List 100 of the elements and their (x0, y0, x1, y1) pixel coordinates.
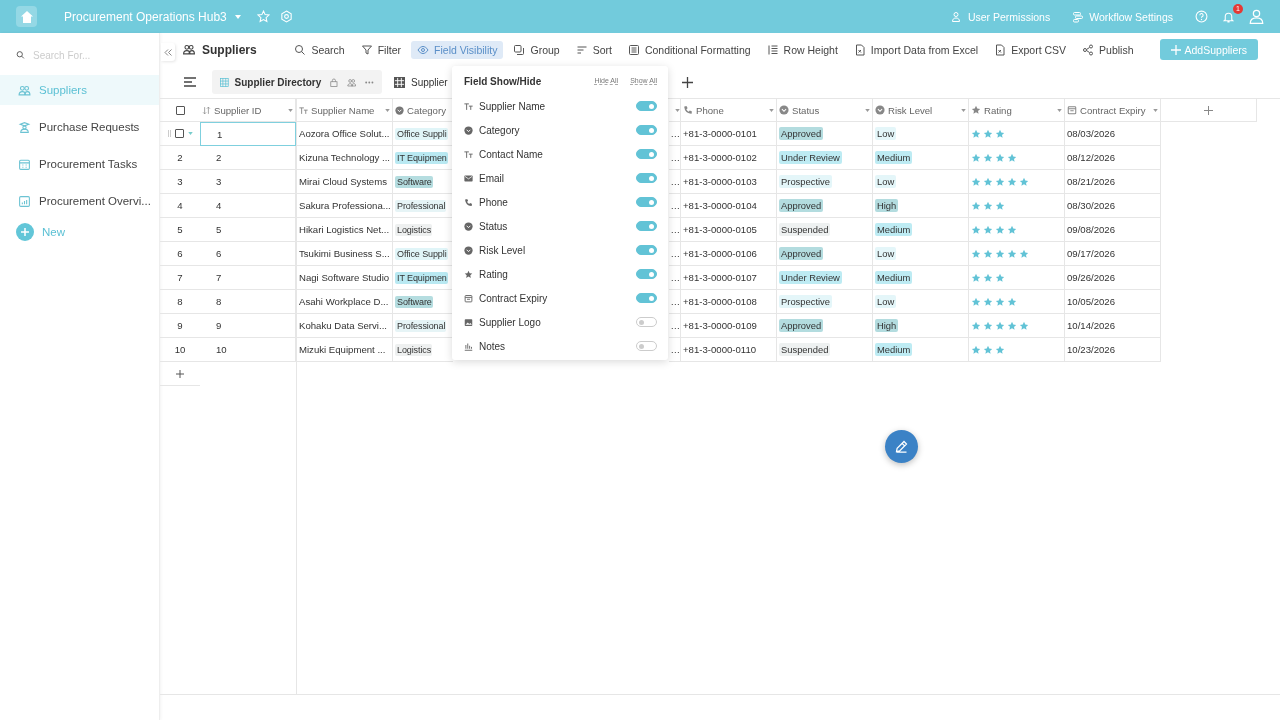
star-icon (1019, 176, 1029, 187)
eye-icon (417, 43, 430, 56)
risk-tag: High (875, 199, 899, 212)
toggle-switch[interactable] (636, 101, 657, 111)
toolbar-button[interactable]: Import Data from Excel (847, 40, 985, 59)
menu-icon[interactable] (184, 77, 196, 87)
plus-icon (16, 223, 34, 241)
add-tab-icon[interactable] (682, 76, 693, 88)
toggle-switch[interactable] (636, 197, 657, 207)
toolbar-button[interactable]: Filter (354, 40, 408, 59)
table-cell: … (670, 176, 680, 187)
caret-icon[interactable] (385, 108, 390, 112)
collapse-button[interactable] (161, 43, 175, 61)
table-cell: 09/17/2026 (1065, 242, 1161, 266)
settings-icon[interactable] (279, 10, 293, 23)
toggle-switch[interactable] (636, 125, 657, 135)
view-tab[interactable]: Supplier Directory (212, 70, 382, 94)
toggle-switch[interactable] (636, 317, 657, 327)
sidebar-item[interactable]: Procurement Tasks (0, 149, 159, 179)
star-icon[interactable] (256, 10, 270, 23)
toggle-switch[interactable] (636, 341, 657, 351)
toggle-switch[interactable] (636, 293, 657, 303)
column-header[interactable]: Risk Level (873, 99, 969, 122)
row-number: 9 (177, 320, 183, 331)
star-icon (983, 224, 993, 235)
table-cell: 6 (200, 242, 296, 266)
select-all-checkbox[interactable] (175, 105, 185, 115)
caret-icon[interactable] (234, 14, 241, 19)
phone-icon (464, 197, 473, 207)
caret-icon[interactable] (187, 132, 193, 135)
star-icon (971, 128, 981, 139)
group-icon (513, 43, 526, 56)
users-icon (182, 43, 196, 56)
table-cell: Tsukimi Business S... (297, 242, 393, 266)
risk-tag: Low (875, 295, 897, 308)
toggle-switch[interactable] (636, 173, 657, 183)
users-icon[interactable] (347, 76, 357, 88)
toggle-switch[interactable] (636, 221, 657, 231)
sidebar-item[interactable]: Procurement Overvi... (0, 186, 159, 216)
toolbar-button[interactable]: Search (288, 40, 351, 59)
column-header[interactable]: Rating (969, 99, 1065, 122)
table-cell: Aozora Office Solut... (297, 122, 393, 146)
add-column-icon[interactable] (1204, 105, 1213, 115)
caret-icon[interactable] (1057, 108, 1062, 112)
column-header[interactable]: Status (777, 99, 873, 122)
star-icon (971, 152, 981, 163)
text-type-icon (299, 105, 308, 115)
toolbar-button[interactable]: Row Height (760, 40, 844, 59)
column-header[interactable]: Phone (681, 99, 777, 122)
category-tag: Software (395, 295, 433, 308)
table-cell: Hikari Logistics Net... (297, 218, 393, 242)
caret-icon[interactable] (961, 108, 966, 112)
caret-icon[interactable] (675, 108, 680, 112)
table-cell: Sakura Professiona... (297, 194, 393, 218)
star-icon (983, 128, 993, 139)
double-chevron-icon (164, 48, 172, 56)
table-icon (220, 76, 229, 88)
star-icon (1019, 248, 1029, 259)
star-icon (971, 200, 981, 211)
grid-icon (394, 76, 405, 88)
status-tag: Approved (779, 247, 824, 260)
column-header[interactable]: Contract Expiry (1065, 99, 1161, 122)
home-button[interactable] (16, 6, 37, 27)
calendar-icon (1067, 105, 1077, 115)
lock-icon[interactable] (330, 76, 339, 88)
more-icon[interactable] (365, 80, 374, 84)
caret-icon[interactable] (288, 108, 293, 112)
row-number: 7 (177, 272, 183, 283)
toolbar-button[interactable]: Publish (1076, 40, 1140, 59)
sidebar-item[interactable]: Purchase Requests (0, 112, 159, 142)
table-cell: … (670, 152, 680, 163)
caret-icon[interactable] (1153, 108, 1158, 112)
drag-handle-icon[interactable] (167, 130, 171, 137)
caret-icon[interactable] (769, 108, 774, 112)
view-tab[interactable]: Supplier (388, 70, 450, 94)
user-icon[interactable] (1249, 9, 1264, 24)
edit-button[interactable] (885, 430, 918, 463)
table-cell: Kohaku Data Servi... (297, 314, 393, 338)
column-header[interactable]: Supplier ID (200, 99, 296, 122)
help-icon[interactable] (1195, 10, 1208, 23)
toolbar-button[interactable]: Sort (569, 40, 618, 59)
toggle-switch[interactable] (636, 269, 657, 279)
toolbar-button[interactable]: Group (507, 40, 566, 59)
add-row-icon[interactable] (176, 369, 184, 378)
table-cell: +81-3-0000-0107 (681, 266, 777, 290)
row-checkbox[interactable] (174, 129, 184, 138)
table-cell: Mirai Cloud Systems (297, 170, 393, 194)
risk-tag: Medium (875, 223, 913, 236)
table-cell: Nagi Software Studio (297, 266, 393, 290)
toggle-switch[interactable] (636, 245, 657, 255)
toolbar-button[interactable]: Conditional Formatting (621, 40, 757, 59)
toolbar-button[interactable]: Export CSV (988, 40, 1073, 59)
calendar-icon (18, 157, 31, 171)
caret-icon[interactable] (865, 108, 870, 112)
toggle-switch[interactable] (636, 149, 657, 159)
status-tag: Under Review (779, 271, 842, 284)
table-cell: 08/30/2026 (1065, 194, 1161, 218)
column-header[interactable]: Supplier Name (297, 99, 393, 122)
category-tag: Professional (395, 319, 447, 332)
list-icon (627, 43, 640, 56)
